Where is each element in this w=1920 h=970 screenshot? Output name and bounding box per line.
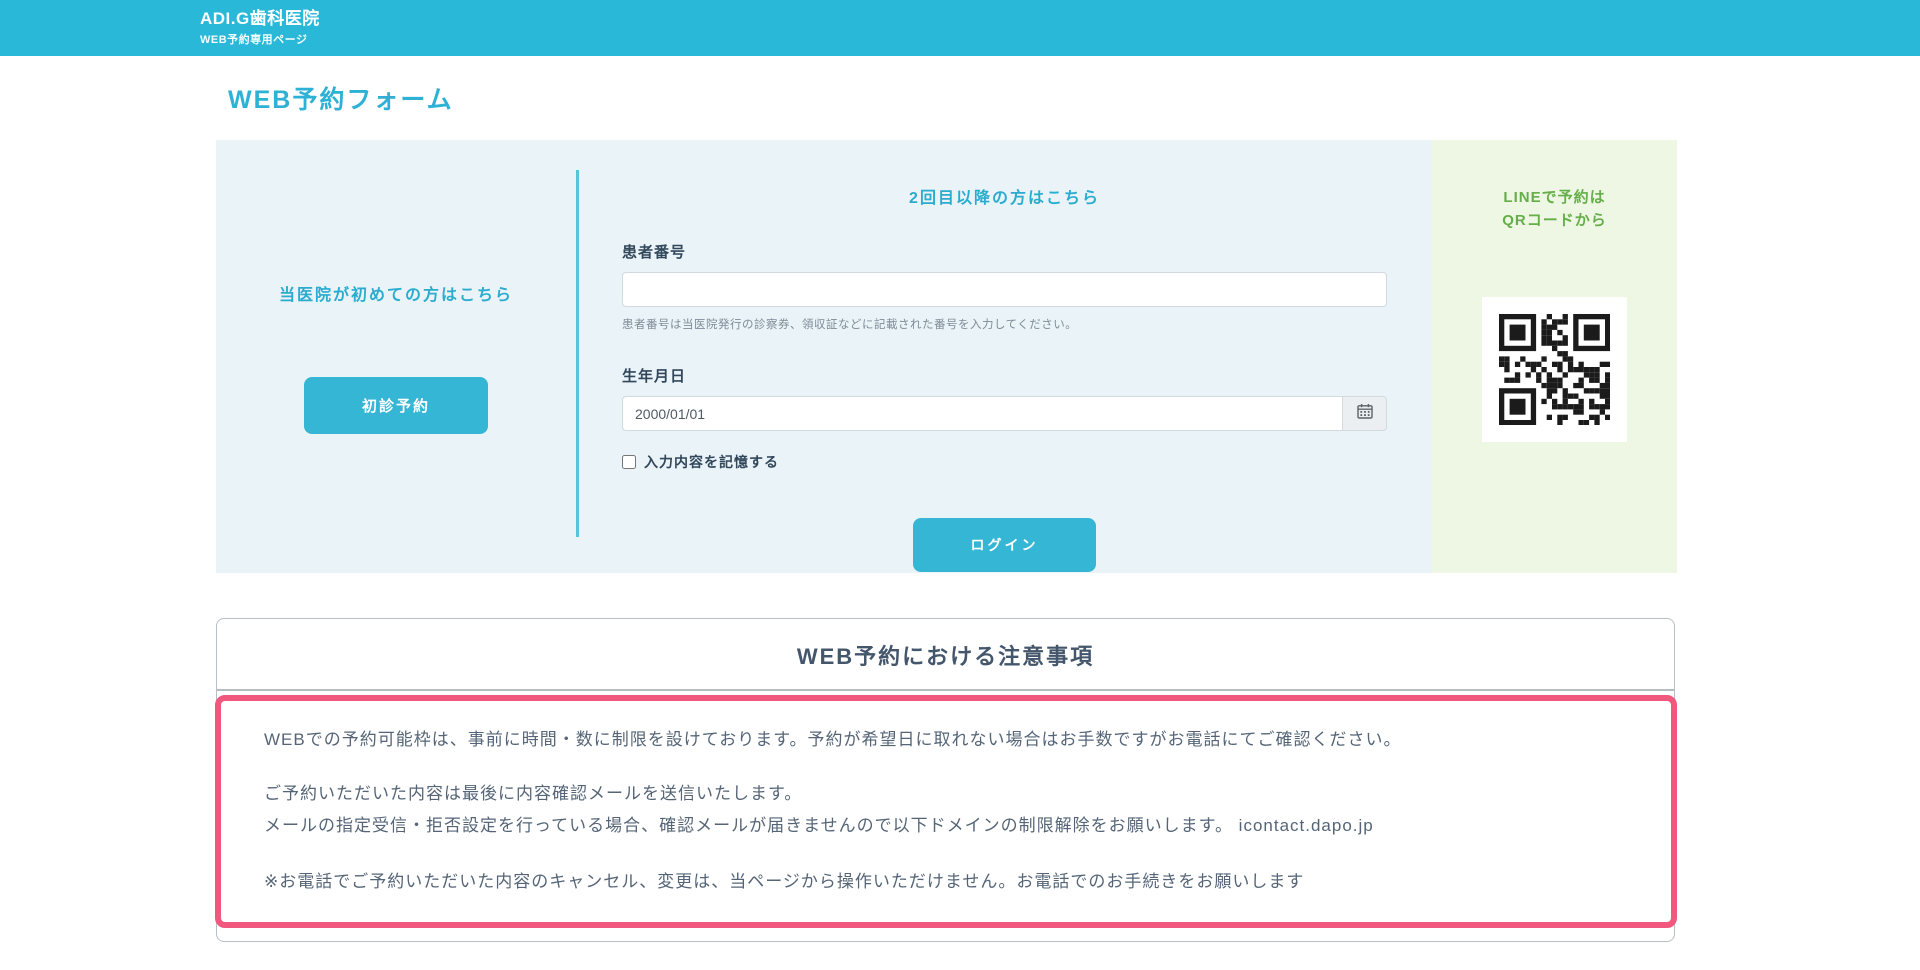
birthdate-input[interactable] <box>622 396 1342 431</box>
first-visit-heading: 当医院が初めての方はこちら <box>279 281 513 305</box>
reservation-panel: 当医院が初めての方はこちら 初診予約 2回目以降の方はこちら 患者番号 患者番号… <box>216 140 1677 573</box>
notice-divider <box>217 689 1674 691</box>
line-panel: LINEで予約は QRコードから <box>1432 140 1677 573</box>
patient-number-label: 患者番号 <box>622 241 1387 262</box>
first-visit-section: 当医院が初めての方はこちら 初診予約 <box>216 140 576 573</box>
calendar-icon <box>1357 403 1373 424</box>
notice-paragraph: ※お電話でご予約いただいた内容のキャンセル、変更は、当ページから操作いただけませ… <box>264 866 1628 898</box>
remember-row: 入力内容を記憶する <box>622 452 1387 472</box>
header-subtitle: WEB予約専用ページ <box>200 31 1920 47</box>
patient-number-input[interactable] <box>622 272 1387 307</box>
line-heading-line1: LINEで予約は <box>1502 186 1607 209</box>
notice-card: WEB予約における注意事項 WEBでの予約可能枠は、事前に時間・数に制限を設けて… <box>216 618 1675 942</box>
calendar-button[interactable] <box>1342 396 1387 431</box>
notice-title: WEB予約における注意事項 <box>217 639 1674 671</box>
birthdate-label: 生年月日 <box>622 365 1387 386</box>
page-title: WEB予約フォーム <box>228 80 1677 116</box>
notice-paragraph: メールの指定受信・拒否設定を行っている場合、確認メールが届きませんので以下ドメイ… <box>264 810 1628 842</box>
notice-paragraph: ご予約いただいた内容は最後に内容確認メールを送信いたします。 <box>264 778 1628 810</box>
main-content: WEB予約フォーム 当医院が初めての方はこちら 初診予約 2回目以降の方はこちら… <box>216 80 1677 942</box>
line-heading: LINEで予約は QRコードから <box>1502 186 1607 233</box>
line-heading-line2: QRコードから <box>1502 209 1607 232</box>
remember-checkbox[interactable] <box>622 455 636 469</box>
clinic-name: ADI.G歯科医院 <box>200 8 1920 31</box>
returning-heading: 2回目以降の方はこちら <box>622 184 1387 208</box>
login-button[interactable]: ログイン <box>913 518 1096 572</box>
app-header: ADI.G歯科医院 WEB予約専用ページ <box>0 0 1920 56</box>
notice-highlight-box: WEBでの予約可能枠は、事前に時間・数に制限を設けております。予約が希望日に取れ… <box>215 695 1677 928</box>
birthdate-row <box>622 396 1387 431</box>
line-qr-code <box>1482 297 1627 442</box>
returning-section: 2回目以降の方はこちら 患者番号 患者番号は当医院発行の診察券、領収証などに記載… <box>579 140 1432 573</box>
first-visit-button[interactable]: 初診予約 <box>304 377 488 434</box>
remember-label: 入力内容を記憶する <box>644 452 779 472</box>
notice-paragraph: WEBでの予約可能枠は、事前に時間・数に制限を設けております。予約が希望日に取れ… <box>264 724 1628 756</box>
patient-number-help: 患者番号は当医院発行の診察券、領収証などに記載された番号を入力してください。 <box>622 316 1387 332</box>
